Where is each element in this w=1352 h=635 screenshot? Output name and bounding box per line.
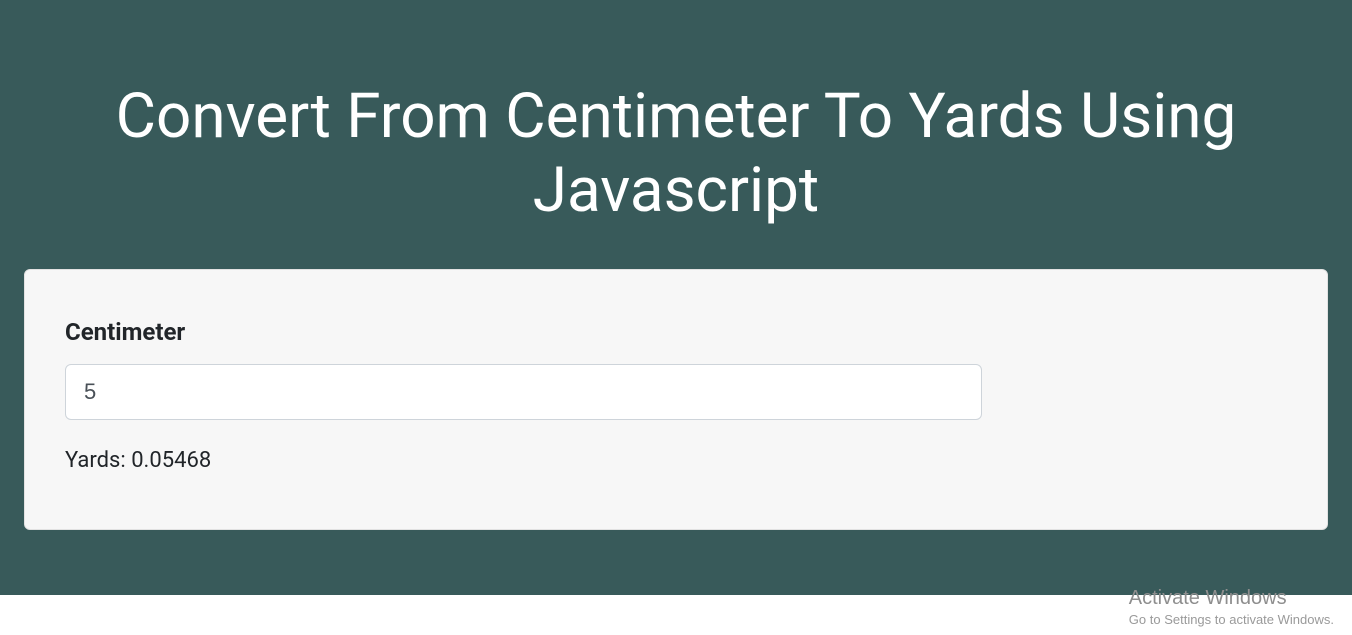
centimeter-label: Centimeter [65,318,1287,346]
page-container: Convert From Centimeter To Yards Using J… [0,0,1352,595]
page-title: Convert From Centimeter To Yards Using J… [24,0,1328,269]
centimeter-input[interactable] [65,364,982,420]
converter-card: Centimeter Yards: 0.05468 [24,269,1328,530]
yards-result: Yards: 0.05468 [65,448,1287,473]
watermark-subtitle: Go to Settings to activate Windows. [1129,612,1334,627]
